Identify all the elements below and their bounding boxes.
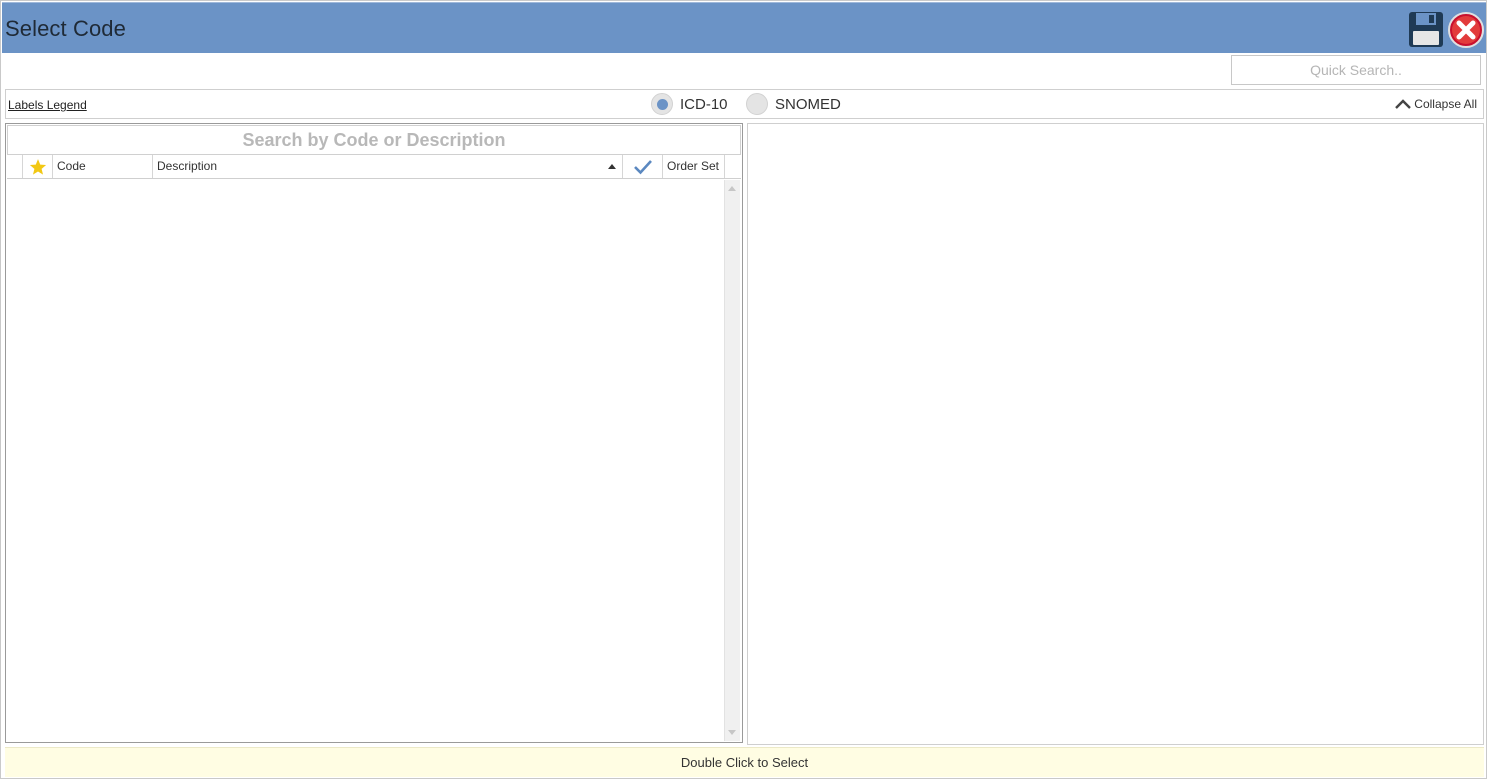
icd10-label: ICD-10 bbox=[680, 95, 728, 113]
status-bar: Double Click to Select bbox=[5, 747, 1484, 777]
row-selector-header bbox=[7, 155, 23, 178]
selected-column-header[interactable] bbox=[623, 155, 663, 178]
grid-header: Code Description Order Set bbox=[7, 155, 741, 179]
labels-legend-link[interactable]: Labels Legend bbox=[8, 98, 87, 112]
window-title: Select Code bbox=[5, 16, 126, 41]
description-column-header[interactable]: Description bbox=[153, 155, 623, 178]
snomed-radio[interactable]: SNOMED bbox=[746, 92, 841, 116]
collapse-all-button[interactable]: Collapse All bbox=[1394, 97, 1477, 111]
chevron-up-icon bbox=[1395, 99, 1412, 109]
code-detail-panel bbox=[747, 123, 1484, 745]
star-icon bbox=[29, 158, 46, 175]
collapse-all-label: Collapse All bbox=[1414, 97, 1477, 111]
code-description-search-input[interactable] bbox=[7, 125, 741, 155]
scroll-up-arrow-icon[interactable] bbox=[728, 186, 736, 191]
sort-ascending-icon bbox=[608, 164, 616, 169]
options-bar: Labels Legend ICD-10 SNOMED Collapse All bbox=[5, 89, 1484, 119]
favorite-column-header[interactable] bbox=[23, 155, 53, 178]
save-button[interactable] bbox=[1408, 11, 1444, 48]
status-hint: Double Click to Select bbox=[680, 755, 809, 770]
radio-unchecked-indicator bbox=[746, 93, 768, 115]
select-code-window: Select Code Labels Legend ICD-10 bbox=[0, 0, 1487, 779]
checkmark-icon bbox=[633, 159, 652, 174]
snomed-label: SNOMED bbox=[775, 95, 841, 113]
quick-search-input[interactable] bbox=[1231, 55, 1481, 85]
vertical-scrollbar[interactable] bbox=[724, 180, 740, 741]
close-button[interactable] bbox=[1448, 12, 1484, 48]
radio-checked-indicator bbox=[651, 93, 673, 115]
scroll-down-arrow-icon[interactable] bbox=[728, 730, 736, 735]
code-results-list[interactable] bbox=[7, 180, 723, 741]
code-column-header[interactable]: Code bbox=[53, 155, 153, 178]
order-set-column-header[interactable]: Order Set bbox=[663, 155, 725, 178]
description-header-label: Description bbox=[157, 159, 218, 173]
code-search-panel: Code Description Order Set bbox=[5, 123, 743, 743]
close-circle-icon bbox=[1448, 12, 1484, 48]
icd10-radio[interactable]: ICD-10 bbox=[651, 92, 728, 116]
floppy-disk-icon bbox=[1409, 12, 1443, 47]
title-bar: Select Code bbox=[2, 2, 1486, 53]
